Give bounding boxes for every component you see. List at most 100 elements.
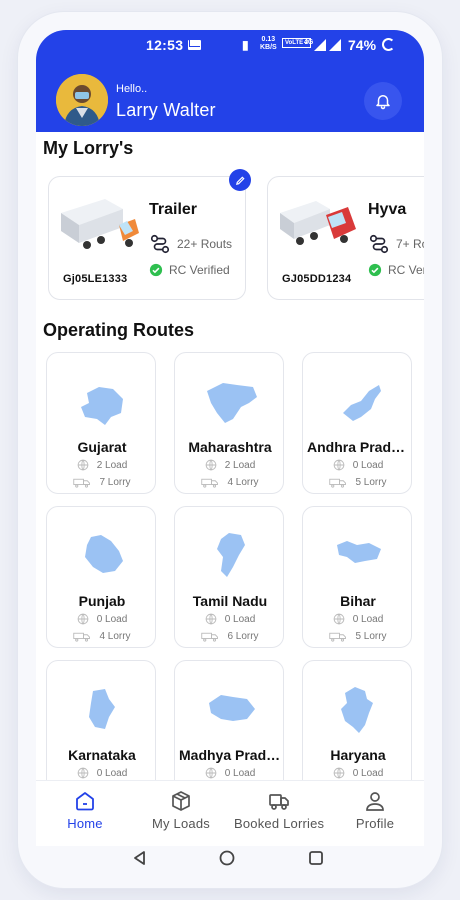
route-card[interactable]: Punjab 0 Load 4 Lorry (46, 506, 156, 648)
edit-lorry-button[interactable] (229, 169, 251, 191)
loads-text: 2 Load (224, 459, 256, 471)
globe-icon (77, 459, 89, 471)
avatar[interactable] (56, 74, 108, 126)
notification-button[interactable] (364, 82, 402, 120)
loads-text: 0 Load (352, 767, 384, 779)
loads-text: 0 Load (96, 767, 128, 779)
state-map-icon (217, 533, 245, 577)
route-card[interactable]: Andhra Pradesh 0 Load 5 Lorry (302, 352, 413, 494)
route-loads: 0 Load (303, 459, 413, 471)
route-lorries: 4 Lorry (47, 631, 157, 642)
route-state-name: Gujarat (77, 439, 127, 455)
loads-text: 0 Load (224, 767, 256, 779)
route-loads: 2 Load (47, 459, 157, 471)
pencil-icon (235, 175, 245, 185)
lorry-card[interactable]: Trailer 22+ Routs RC Verified Gj05LE1333 (48, 169, 251, 300)
signal-icon (314, 39, 326, 51)
lorries-text: 5 Lorry (355, 631, 387, 642)
loads-text: 0 Load (352, 613, 384, 625)
nav-label: Booked Lorries (234, 816, 325, 831)
verified-check-icon (149, 263, 163, 277)
route-state-name: Bihar (340, 593, 376, 609)
truck-small-icon (73, 478, 91, 488)
user-name: Larry Walter (116, 100, 216, 120)
nav-label: Home (67, 816, 103, 831)
app-screen: 12:53 ▮ 0.13 KB/S VoLTE 2 4G 74% Hello.. … (36, 30, 424, 780)
battery-level: 74% (348, 37, 377, 53)
route-loads: 0 Load (175, 767, 285, 779)
route-icon (369, 234, 389, 254)
route-state-name: Haryana (330, 747, 386, 763)
hyva-truck-image (280, 201, 356, 245)
bell-icon (376, 95, 390, 110)
status-bar: 12:53 ▮ 0.13 KB/S VoLTE 2 4G 74% (36, 36, 424, 56)
bottom-nav: Home My Loads Booked Lorries Profile (36, 780, 424, 846)
globe-icon (333, 613, 345, 625)
state-map-icon (85, 535, 123, 573)
truck-small-icon (201, 478, 219, 488)
verified-check-icon (368, 263, 382, 277)
vibrate-icon: ▮ (242, 38, 249, 52)
route-card[interactable]: Maharashtra 2 Load 4 Lorry (174, 352, 284, 494)
lorries-text: 7 Lorry (99, 477, 131, 488)
truck-icon (269, 794, 289, 810)
route-card[interactable]: Madhya Prade... 0 Load (174, 660, 285, 780)
globe-icon (205, 767, 217, 779)
loads-text: 0 Load (352, 459, 384, 471)
rc-verified: RC Verified (149, 263, 230, 277)
loads-text: 2 Load (96, 459, 128, 471)
nav-booked-lorries[interactable]: Booked Lorries (234, 781, 324, 847)
route-state-name: Maharashtra (188, 439, 272, 455)
nav-profile[interactable]: Profile (330, 781, 420, 847)
globe-icon (205, 613, 217, 625)
back-icon[interactable] (132, 850, 148, 866)
truck-small-icon (329, 632, 347, 642)
greeting-text: Hello.. (116, 83, 148, 95)
route-card[interactable]: Karnataka 0 Load (46, 660, 156, 780)
verified-text: RC Verified (169, 263, 230, 277)
route-icon (150, 234, 170, 254)
lorry-plate: GJ05DD1234 (282, 273, 352, 285)
route-loads: 0 Load (303, 613, 413, 625)
route-lorries: 4 Lorry (175, 477, 285, 488)
route-card[interactable]: Bihar 0 Load 5 Lorry (302, 506, 412, 648)
route-lorries: 7 Lorry (47, 477, 157, 488)
globe-icon (77, 767, 89, 779)
route-card[interactable]: Gujarat 2 Load 7 Lorry (46, 352, 156, 494)
state-map-icon (337, 541, 381, 563)
state-map-icon (209, 695, 255, 721)
box-icon (172, 791, 190, 811)
home-circle-icon[interactable] (219, 850, 235, 866)
signal-icon-2 (329, 39, 341, 51)
route-loads: 2 Load (175, 459, 285, 471)
nav-home[interactable]: Home (40, 781, 130, 847)
route-state-name: Andhra Pradesh (307, 439, 413, 455)
verified-text: RC Verified (388, 263, 424, 277)
route-state-name: Tamil Nadu (192, 593, 268, 609)
loads-text: 0 Load (224, 613, 256, 625)
routes-text: 22+ Routs (177, 237, 233, 251)
route-state-name: Madhya Prade... (179, 747, 285, 763)
battery-ring-icon (382, 38, 395, 51)
route-lorries: 5 Lorry (303, 631, 413, 642)
lorries-text: 5 Lorry (355, 477, 387, 488)
routes-text: 7+ Routs (396, 237, 424, 251)
route-card[interactable]: Tamil Nadu 0 Load 6 Lorry (174, 506, 284, 648)
truck-small-icon (73, 632, 91, 642)
rc-verified: RC Verified (368, 263, 424, 277)
route-card[interactable]: Haryana 0 Load (302, 660, 412, 780)
lorries-text: 4 Lorry (99, 631, 131, 642)
state-map-icon (89, 689, 115, 729)
route-loads: 0 Load (303, 767, 413, 779)
lorry-card[interactable]: Hyva 7+ Routs RC Verified GJ05DD1234 (267, 176, 424, 300)
truck-small-icon (329, 478, 347, 488)
operating-routes-title: Operating Routes (43, 320, 195, 340)
app-header: 12:53 ▮ 0.13 KB/S VoLTE 2 4G 74% Hello.. … (36, 30, 424, 132)
state-map-icon (81, 387, 123, 425)
route-lorries: 5 Lorry (303, 477, 413, 488)
nav-my-loads[interactable]: My Loads (136, 781, 226, 847)
lorry-name: Hyva (368, 201, 407, 218)
trailer-truck-image (61, 199, 139, 249)
recents-icon[interactable] (308, 850, 324, 866)
state-map-icon (207, 383, 257, 423)
